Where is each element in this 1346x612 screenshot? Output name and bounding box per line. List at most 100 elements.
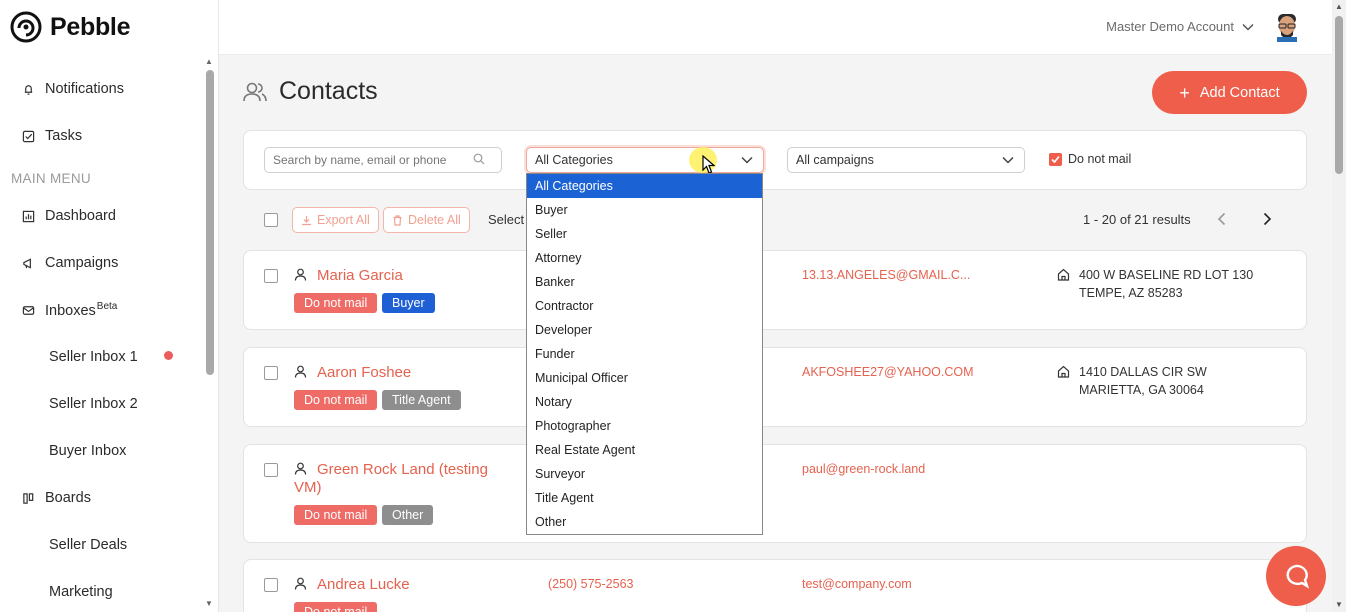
chat-icon <box>1286 564 1310 589</box>
help-chat-button[interactable] <box>1266 546 1326 606</box>
search-input[interactable] <box>264 147 502 173</box>
category-option[interactable]: Photographer <box>527 414 762 438</box>
search-icon[interactable] <box>473 153 485 165</box>
bell-icon <box>24 84 33 95</box>
app-name: Pebble <box>50 12 131 41</box>
contact-email-link[interactable]: AKFOSHEE27@YAHOO.COM <box>802 365 974 379</box>
contact-checkbox[interactable] <box>264 463 278 477</box>
sidebar-item-dashboard[interactable]: Dashboard <box>22 204 116 228</box>
contact-email-link[interactable]: test@company.com <box>802 577 912 591</box>
board-icon <box>23 492 34 504</box>
contact-email-link[interactable]: paul@green-rock.land <box>802 462 925 476</box>
export-all-button[interactable]: Export All <box>292 207 379 233</box>
contact-name-link-cont[interactable]: VM) <box>294 479 322 496</box>
address-line-2: MARIETTA, GA 30064 <box>1079 383 1204 397</box>
sidebar-scroll-down-icon[interactable]: ▼ <box>205 599 213 608</box>
category-option[interactable]: Surveyor <box>527 462 762 486</box>
contact-checkbox[interactable] <box>264 366 278 380</box>
home-icon <box>1057 268 1070 281</box>
sidebar-item-boards[interactable]: Boards <box>22 486 91 510</box>
category-select[interactable]: All Categories <box>526 147 764 173</box>
contact-address: 1410 DALLAS CIR SW MARIETTA, GA 30064 <box>1079 363 1207 399</box>
contact-card[interactable] <box>243 444 1307 543</box>
person-icon <box>294 577 307 590</box>
category-option[interactable]: Title Agent <box>527 486 762 510</box>
sidebar-item-label: Notifications <box>45 81 124 97</box>
address-line-2: TEMPE, AZ 85283 <box>1079 286 1183 300</box>
logo[interactable]: Pebble <box>10 11 130 43</box>
sidebar-item-marketing[interactable]: Marketing <box>49 580 113 604</box>
sidebar-item-notifications[interactable]: Notifications <box>22 77 124 101</box>
contact-name-link[interactable]: Green Rock Land (testing <box>317 461 488 478</box>
results-count: 1 - 20 of 21 results <box>1083 212 1191 227</box>
contact-name-link[interactable]: Maria Garcia <box>317 267 403 284</box>
mail-icon <box>22 305 35 315</box>
page-title: Contacts <box>243 77 378 106</box>
plus-icon: + <box>1179 82 1190 103</box>
sidebar-item-campaigns[interactable]: Campaigns <box>22 251 118 275</box>
contact-name-link[interactable]: Andrea Lucke <box>317 576 410 593</box>
person-icon <box>294 365 307 378</box>
contact-name-link[interactable]: Aaron Foshee <box>317 364 411 381</box>
category-option[interactable]: Attorney <box>527 246 762 270</box>
sidebar-item-seller-inbox-2[interactable]: Seller Inbox 2 <box>49 392 138 416</box>
chevron-right-icon <box>1263 212 1272 226</box>
page-scroll-up-icon[interactable]: ▲ <box>1335 2 1343 11</box>
category-option[interactable]: Buyer <box>527 198 762 222</box>
category-option[interactable]: Municipal Officer <box>527 366 762 390</box>
select-label[interactable]: Select <box>488 212 524 227</box>
chevron-down-icon <box>1242 23 1254 31</box>
contact-checkbox[interactable] <box>264 269 278 283</box>
category-dropdown-list: All Categories Buyer Seller Attorney Ban… <box>526 173 763 535</box>
tag-do-not-mail: Do not mail <box>294 505 378 525</box>
download-icon <box>302 215 311 225</box>
contact-address: 400 W BASELINE RD LOT 130 TEMPE, AZ 8528… <box>1079 266 1253 302</box>
sidebar-scrollbar-thumb[interactable] <box>206 70 214 375</box>
avatar[interactable] <box>1274 12 1300 42</box>
category-option[interactable]: All Categories <box>527 174 762 198</box>
sidebar-item-buyer-inbox[interactable]: Buyer Inbox <box>49 439 126 463</box>
campaign-select[interactable]: All campaigns <box>787 147 1025 173</box>
category-option[interactable]: Developer <box>527 318 762 342</box>
contact-email-link[interactable]: 13.13.ANGELES@GMAIL.C... <box>802 268 970 282</box>
delete-all-button[interactable]: Delete All <box>383 207 470 233</box>
page-scrollbar-thumb[interactable] <box>1335 16 1343 174</box>
tag-category: Buyer <box>382 293 435 313</box>
category-option[interactable]: Notary <box>527 390 762 414</box>
category-option[interactable]: Funder <box>527 342 762 366</box>
category-option[interactable]: Real Estate Agent <box>527 438 762 462</box>
tag-category: Other <box>382 505 434 525</box>
delete-all-label: Delete All <box>408 213 461 227</box>
page-scroll-down-icon[interactable]: ▼ <box>1335 600 1343 609</box>
trash-icon <box>393 214 402 226</box>
account-menu[interactable]: Master Demo Account <box>1106 19 1254 34</box>
contact-phone[interactable]: (250) 575-2563 <box>548 577 633 591</box>
select-all-checkbox[interactable] <box>264 213 278 227</box>
check-icon <box>1051 155 1060 163</box>
do-not-mail-checkbox[interactable] <box>1049 152 1062 166</box>
category-option[interactable]: Other <box>527 510 762 534</box>
contacts-icon <box>243 82 267 101</box>
category-option[interactable]: Seller <box>527 222 762 246</box>
do-not-mail-filter[interactable]: Do not mail <box>1049 152 1131 166</box>
next-page-button[interactable] <box>1262 212 1272 229</box>
checkbox-icon <box>22 130 35 142</box>
unread-dot <box>164 351 173 360</box>
home-icon <box>1057 365 1070 378</box>
sidebar-item-seller-deals[interactable]: Seller Deals <box>49 533 127 557</box>
add-contact-button[interactable]: + Add Contact <box>1152 71 1307 114</box>
prev-page-button[interactable] <box>1217 212 1227 229</box>
tag-category: Title Agent <box>382 390 461 410</box>
sidebar-item-label: InboxesBeta <box>45 301 118 319</box>
sidebar-item-inboxes[interactable]: InboxesBeta <box>22 298 117 322</box>
person-icon <box>294 462 307 475</box>
sidebar-item-tasks[interactable]: Tasks <box>22 124 82 148</box>
category-option[interactable]: Contractor <box>527 294 762 318</box>
category-option[interactable]: Banker <box>527 270 762 294</box>
address-line-1: 1410 DALLAS CIR SW <box>1079 365 1207 379</box>
contact-checkbox[interactable] <box>264 578 278 592</box>
sidebar-item-seller-inbox-1[interactable]: Seller Inbox 1 <box>49 345 138 369</box>
sidebar-scroll-up-icon[interactable]: ▲ <box>205 57 213 66</box>
tag-do-not-mail: Do not mail <box>294 602 378 612</box>
address-line-1: 400 W BASELINE RD LOT 130 <box>1079 268 1254 282</box>
